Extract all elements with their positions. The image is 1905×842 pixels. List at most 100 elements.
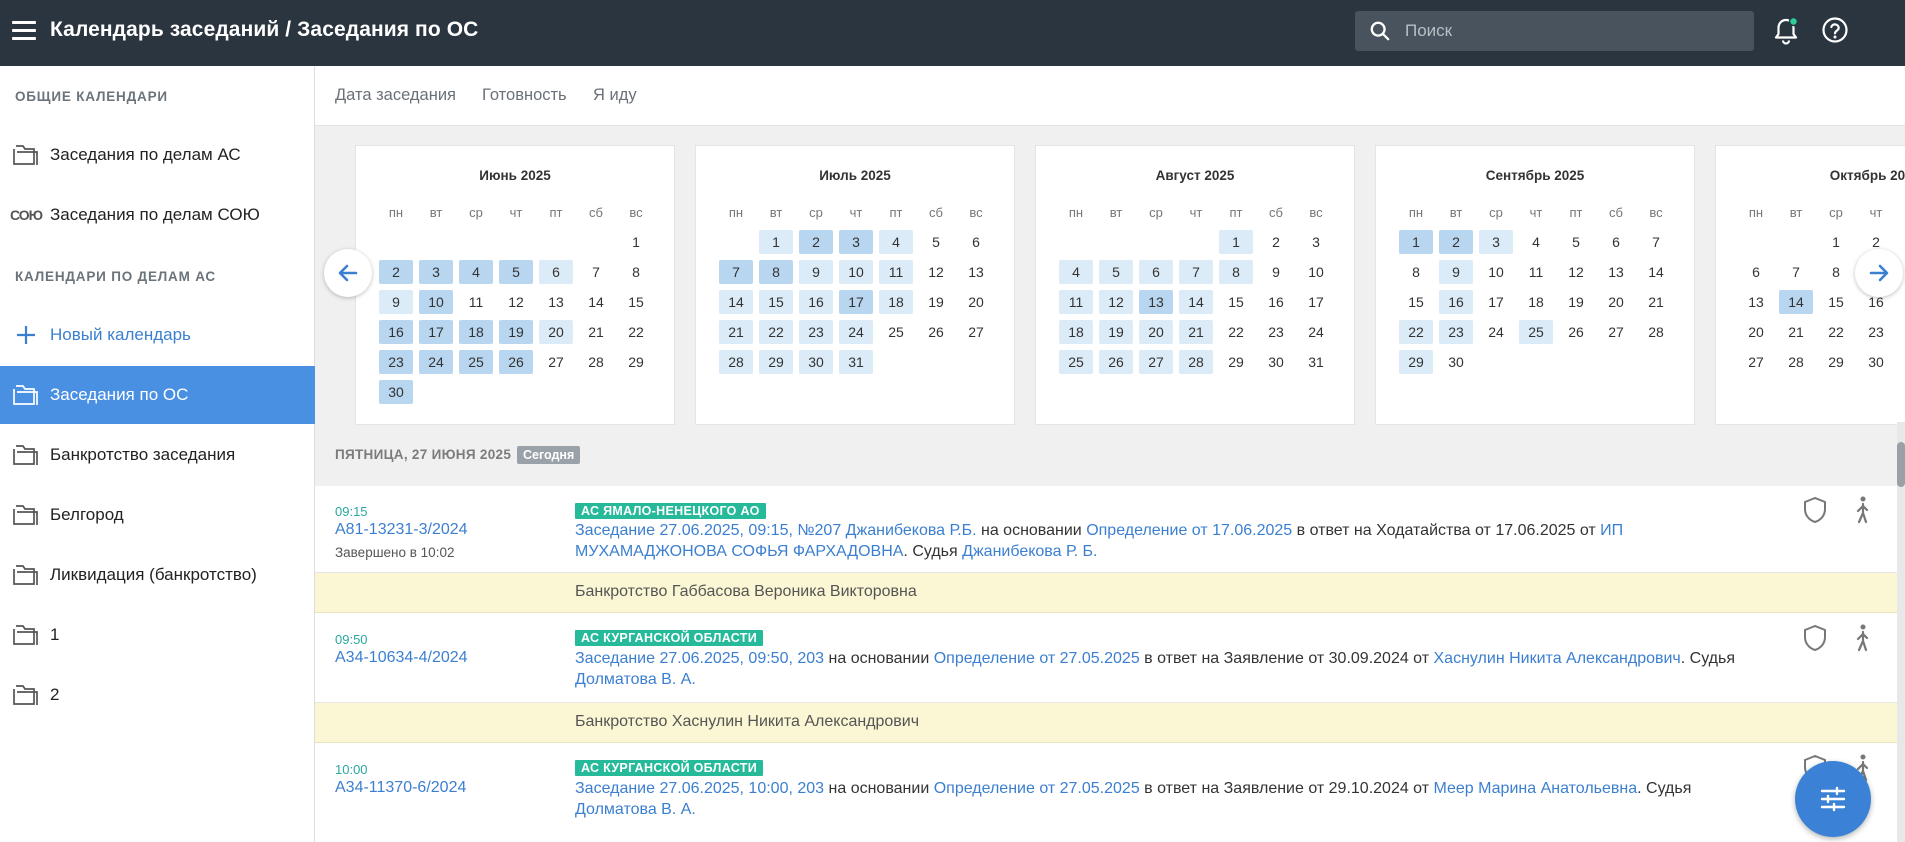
calendar-day[interactable]: 16 <box>1259 290 1293 314</box>
new-calendar-button[interactable]: Новый календарь <box>0 306 315 364</box>
calendar-day[interactable]: 28 <box>1639 320 1673 344</box>
calendar-day[interactable]: 14 <box>1639 260 1673 284</box>
calendar-day[interactable]: 3 <box>1899 230 1905 254</box>
sidebar-item-liquidation[interactable]: Ликвидация (банкротство) <box>0 546 315 604</box>
calendar-day[interactable]: 25 <box>459 350 493 374</box>
ruling-link[interactable]: Определение от 27.05.2025 <box>934 780 1140 797</box>
calendar-day[interactable]: 3 <box>839 230 873 254</box>
calendar-day[interactable]: 14 <box>579 290 613 314</box>
event-row[interactable]: 09:50 А34-10634-4/2024 АС КУРГАНСКОЙ ОБЛ… <box>315 613 1905 703</box>
calendar-day[interactable]: 31 <box>839 350 873 374</box>
case-number-link[interactable]: А34-10634-4/2024 <box>335 649 468 667</box>
calendar-day[interactable]: 24 <box>839 320 873 344</box>
sidebar-item-belgorod[interactable]: Белгород <box>0 486 315 544</box>
calendar-day[interactable]: 20 <box>1139 320 1173 344</box>
calendar-day[interactable]: 6 <box>539 260 573 284</box>
calendar-day[interactable]: 24 <box>1479 320 1513 344</box>
ruling-link[interactable]: Определение от 17.06.2025 <box>1086 522 1292 539</box>
judge-link[interactable]: Джанибекова Р. Б. <box>962 543 1097 560</box>
party-link[interactable]: Хаснулин Никита Александрович <box>1434 650 1681 667</box>
calendar-day[interactable]: 11 <box>879 260 913 284</box>
calendar-day[interactable]: 24 <box>1899 320 1905 344</box>
calendar-day[interactable]: 21 <box>719 320 753 344</box>
calendar-day[interactable]: 26 <box>499 350 533 374</box>
calendar-day[interactable]: 4 <box>879 230 913 254</box>
calendar-day[interactable]: 7 <box>1179 260 1213 284</box>
calendar-day[interactable]: 29 <box>619 350 653 374</box>
tab-date[interactable]: Дата заседания <box>335 86 456 105</box>
calendar-day[interactable]: 21 <box>1639 290 1673 314</box>
calendar-day[interactable]: 27 <box>539 350 573 374</box>
calendar-day[interactable]: 31 <box>1299 350 1333 374</box>
calendar-day[interactable]: 4 <box>459 260 493 284</box>
calendar-day[interactable]: 11 <box>459 290 493 314</box>
calendar-day[interactable]: 7 <box>1779 260 1813 284</box>
calendar-day[interactable]: 22 <box>1399 320 1433 344</box>
calendar-day[interactable]: 26 <box>1559 320 1593 344</box>
search-box[interactable] <box>1355 11 1754 51</box>
calendar-day[interactable]: 12 <box>499 290 533 314</box>
calendar-day[interactable]: 13 <box>539 290 573 314</box>
sidebar-item-os[interactable]: Заседания по ОС <box>0 366 315 424</box>
calendar-day[interactable]: 16 <box>799 290 833 314</box>
calendar-day[interactable]: 1 <box>1399 230 1433 254</box>
case-number-link[interactable]: А34-11370-6/2024 <box>335 779 466 797</box>
calendar-day[interactable]: 20 <box>539 320 573 344</box>
calendar-day[interactable]: 10 <box>419 290 453 314</box>
calendar-day[interactable]: 23 <box>1259 320 1293 344</box>
party-link[interactable]: Меер Марина Анатольевна <box>1434 780 1638 797</box>
calendar-day[interactable]: 22 <box>1819 320 1853 344</box>
calendar-day[interactable]: 28 <box>1779 350 1813 374</box>
calendar-day[interactable]: 30 <box>1859 350 1893 374</box>
sidebar-item-1[interactable]: 1 <box>0 606 315 664</box>
calendar-day[interactable]: 13 <box>1599 260 1633 284</box>
calendar-day[interactable]: 11 <box>1059 290 1093 314</box>
calendar-day[interactable]: 27 <box>1599 320 1633 344</box>
calendar-day[interactable]: 12 <box>1559 260 1593 284</box>
calendar-day[interactable]: 23 <box>799 320 833 344</box>
calendar-day[interactable]: 23 <box>1859 320 1893 344</box>
scrollbar[interactable] <box>1897 422 1905 842</box>
calendar-day[interactable]: 22 <box>759 320 793 344</box>
event-row[interactable]: 09:15 А81-13231-3/2024 Завершено в 10:02… <box>315 486 1905 573</box>
calendar-day[interactable]: 29 <box>759 350 793 374</box>
calendar-day[interactable]: 14 <box>1779 290 1813 314</box>
calendar-day[interactable]: 16 <box>1439 290 1473 314</box>
calendar-day[interactable]: 28 <box>579 350 613 374</box>
calendar-day[interactable]: 8 <box>759 260 793 284</box>
calendar-day[interactable]: 1 <box>619 230 653 254</box>
next-month-button[interactable] <box>1855 249 1903 297</box>
scrollbar-thumb[interactable] <box>1897 442 1905 487</box>
calendar-day[interactable]: 8 <box>1399 260 1433 284</box>
calendar-day[interactable]: 30 <box>799 350 833 374</box>
calendar-day[interactable]: 17 <box>1299 290 1333 314</box>
calendar-day[interactable]: 5 <box>1099 260 1133 284</box>
sidebar-item-as[interactable]: Заседания по делам АС <box>0 126 315 184</box>
calendar-day[interactable]: 17 <box>1479 290 1513 314</box>
calendar-day[interactable]: 27 <box>1139 350 1173 374</box>
calendar-day[interactable]: 10 <box>1479 260 1513 284</box>
calendar-day[interactable]: 26 <box>1099 350 1133 374</box>
ruling-link[interactable]: Определение от 27.05.2025 <box>934 650 1140 667</box>
calendar-day[interactable]: 10 <box>1299 260 1333 284</box>
calendar-day[interactable]: 6 <box>1599 230 1633 254</box>
calendar-day[interactable]: 7 <box>579 260 613 284</box>
calendar-day[interactable]: 2 <box>799 230 833 254</box>
calendar-day[interactable]: 6 <box>1739 260 1773 284</box>
calendar-day[interactable]: 15 <box>1399 290 1433 314</box>
calendar-day[interactable]: 7 <box>719 260 753 284</box>
hearing-link[interactable]: Заседание 27.06.2025, 10:00, 203 <box>575 780 824 797</box>
hearing-link[interactable]: Заседание 27.06.2025, 09:50, 203 <box>575 650 824 667</box>
calendar-day[interactable]: 15 <box>1219 290 1253 314</box>
calendar-day[interactable]: 23 <box>379 350 413 374</box>
event-row[interactable]: 10:00 А34-11370-6/2024 АС КУРГАНСКОЙ ОБЛ… <box>315 743 1905 842</box>
calendar-day[interactable]: 15 <box>1819 290 1853 314</box>
calendar-day[interactable]: 7 <box>1639 230 1673 254</box>
calendar-day[interactable]: 3 <box>419 260 453 284</box>
calendar-day[interactable]: 28 <box>1179 350 1213 374</box>
calendar-day[interactable]: 30 <box>1439 350 1473 374</box>
calendar-day[interactable]: 13 <box>959 260 993 284</box>
calendar-day[interactable]: 2 <box>1259 230 1293 254</box>
calendar-day[interactable]: 21 <box>1779 320 1813 344</box>
walking-person-icon[interactable] <box>1852 623 1872 658</box>
